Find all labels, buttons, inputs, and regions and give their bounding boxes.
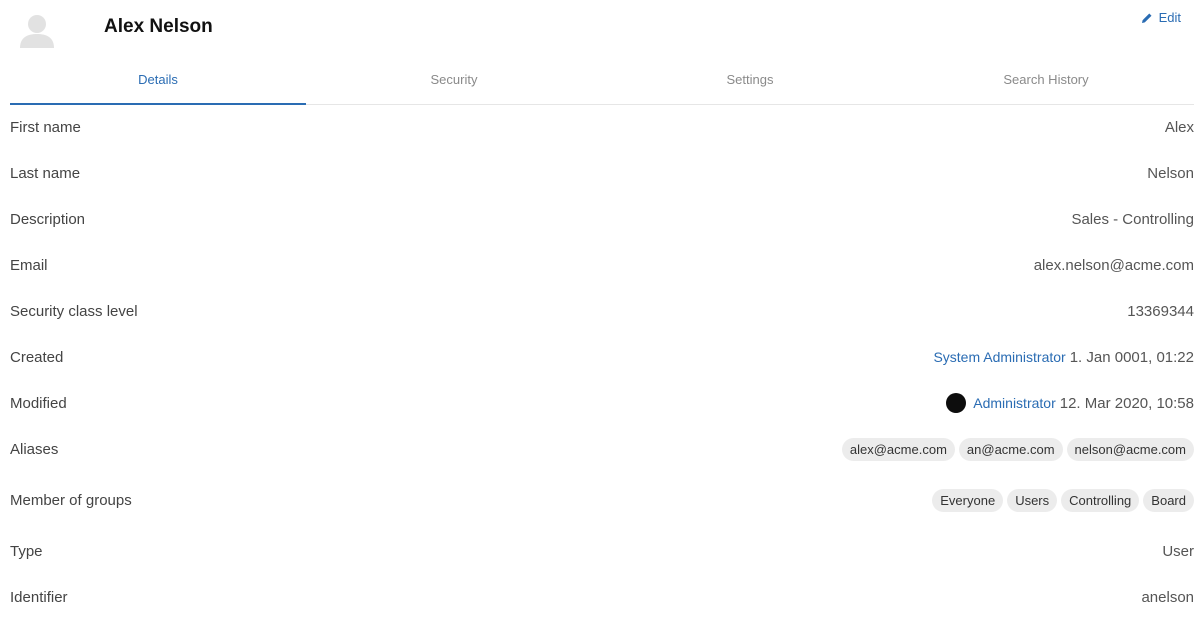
detail-row-aliases: Aliases alex@acme.com an@acme.com nelson… [10, 426, 1194, 472]
first-name-value: Alex [1164, 118, 1194, 136]
description-value: Sales - Controlling [1071, 210, 1194, 228]
first-name-label: First name [10, 118, 81, 136]
details-list: First name Alex Last name Nelson Descrip… [10, 104, 1194, 620]
identifier-value: anelson [1141, 588, 1194, 606]
detail-row-description: Description Sales - Controlling [10, 196, 1194, 242]
email-value: alex.nelson@acme.com [1033, 256, 1194, 274]
detail-row-email: Email alex.nelson@acme.com [10, 242, 1194, 288]
last-name-label: Last name [10, 164, 81, 182]
detail-row-type: Type User [10, 528, 1194, 574]
detail-row-modified: Modified Administrator 12. Mar 2020, 10:… [10, 380, 1194, 426]
detail-row-last-name: Last name Nelson [10, 150, 1194, 196]
groups-chips: Everyone Users Controlling Board [932, 488, 1194, 512]
aliases-chips: alex@acme.com an@acme.com nelson@acme.co… [841, 437, 1194, 461]
tab-details[interactable]: Details [10, 58, 306, 105]
pencil-icon [1141, 12, 1153, 24]
alias-chip[interactable]: alex@acme.com [841, 437, 955, 461]
detail-row-security-class: Security class level 13369344 [10, 288, 1194, 334]
detail-row-identifier: Identifier anelson [10, 574, 1194, 620]
detail-row-first-name: First name Alex [10, 104, 1194, 150]
created-by-link[interactable]: System Administrator [933, 349, 1065, 365]
group-chip[interactable]: Board [1143, 488, 1194, 512]
modifier-avatar-icon [946, 393, 967, 413]
modified-by-link[interactable]: Administrator [973, 395, 1055, 411]
type-label: Type [10, 542, 43, 560]
edit-label: Edit [1158, 10, 1181, 25]
detail-row-created: Created System Administrator 1. Jan 0001… [10, 334, 1194, 380]
last-name-value: Nelson [1147, 164, 1194, 182]
alias-chip[interactable]: an@acme.com [958, 437, 1063, 461]
tab-search-history[interactable]: Search History [898, 58, 1194, 104]
modified-value: Administrator 12. Mar 2020, 10:58 [946, 393, 1194, 413]
modified-date: 12. Mar 2020, 10:58 [1059, 394, 1194, 412]
modified-label: Modified [10, 394, 67, 412]
group-chip[interactable]: Controlling [1061, 488, 1140, 512]
email-label: Email [10, 256, 48, 274]
created-date: 1. Jan 0001, 01:22 [1069, 348, 1194, 366]
security-class-value: 13369344 [1127, 302, 1194, 320]
type-value: User [1162, 542, 1194, 560]
detail-row-groups: Member of groups Everyone Users Controll… [10, 472, 1194, 528]
user-profile-page: Alex Nelson Edit Details Security Settin… [0, 0, 1197, 629]
identifier-label: Identifier [10, 588, 68, 606]
alias-chip[interactable]: nelson@acme.com [1066, 437, 1194, 461]
tab-settings[interactable]: Settings [602, 58, 898, 104]
description-label: Description [10, 210, 86, 228]
profile-header: Alex Nelson Edit [0, 0, 1197, 58]
profile-tabs: Details Security Settings Search History [10, 58, 1194, 105]
groups-label: Member of groups [10, 491, 132, 509]
tab-security[interactable]: Security [306, 58, 602, 104]
group-chip[interactable]: Everyone [932, 488, 1004, 512]
user-avatar-icon [18, 12, 56, 50]
edit-button[interactable]: Edit [1141, 10, 1181, 25]
aliases-label: Aliases [10, 440, 59, 458]
created-label: Created [10, 348, 64, 366]
security-class-label: Security class level [10, 302, 138, 320]
created-value: System Administrator 1. Jan 0001, 01:22 [933, 349, 1194, 366]
user-name-title: Alex Nelson [104, 16, 213, 37]
group-chip[interactable]: Users [1007, 488, 1058, 512]
